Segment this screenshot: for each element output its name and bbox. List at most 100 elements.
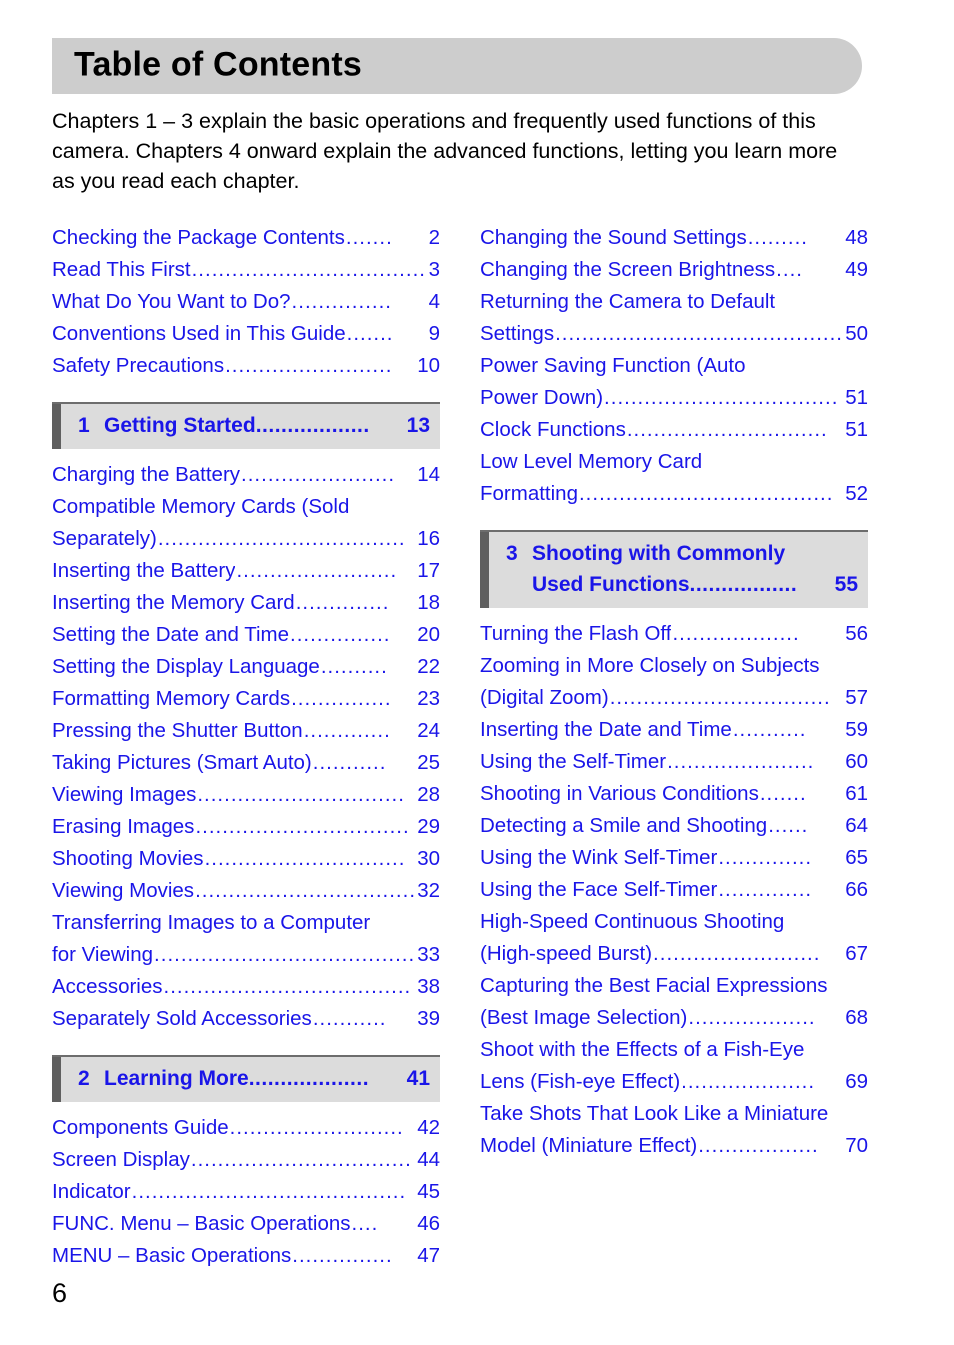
toc-entry-page: 4 [428, 290, 440, 313]
toc-entry[interactable]: Indicator ..............................… [52, 1176, 440, 1208]
toc-entry-label: MENU – Basic Operations [52, 1244, 292, 1267]
toc-entry-page: 48 [845, 226, 868, 249]
toc-entry[interactable]: Erasing Images .........................… [52, 811, 440, 843]
toc-entry[interactable]: Turning the Flash Off ..................… [480, 618, 868, 650]
toc-entry[interactable]: MENU – Basic Operations ............... … [52, 1240, 440, 1272]
toc-entry-label: Erasing Images [52, 815, 195, 838]
toc-entry-line: Capturing the Best Facial Expressions [480, 974, 828, 997]
toc-entry[interactable]: Inserting the Battery ..................… [52, 555, 440, 587]
toc-leader-dots: ..................................... [157, 527, 406, 550]
toc-entry[interactable]: (Best Image Selection) .................… [480, 1002, 868, 1034]
toc-entry[interactable]: Inserting the Memory Card ..............… [52, 587, 440, 619]
toc-entry-label: Inserting the Memory Card [52, 591, 295, 614]
toc-leader-dots: ............. [303, 719, 391, 742]
toc-leader-dots: ....... [346, 322, 394, 345]
toc-entry-label: Inserting the Date and Time [480, 718, 732, 741]
toc-entry[interactable]: Components Guide .......................… [52, 1112, 440, 1144]
toc-entry-label: Read This First [52, 258, 191, 281]
toc-entry[interactable]: for Viewing ............................… [52, 939, 440, 971]
toc-entry[interactable]: Shooting in Various Conditions ....... 6… [480, 778, 868, 810]
toc-entry[interactable]: Charging the Battery ...................… [52, 459, 440, 491]
toc-entry[interactable]: (High-speed Burst) .....................… [480, 938, 868, 970]
toc-entry-label: Safety Precautions [52, 354, 225, 377]
toc-entry[interactable]: Conventions Used in This Guide ....... 9 [52, 318, 440, 350]
toc-entry[interactable]: Viewing Movies .........................… [52, 875, 440, 907]
toc-entry[interactable]: Using the Self-Timer ...................… [480, 746, 868, 778]
toc-leader-dots: .................. [698, 1134, 819, 1157]
toc-entry[interactable]: Setting the Date and Time ..............… [52, 619, 440, 651]
toc-entry-label: Changing the Sound Settings [480, 226, 747, 249]
toc-entry[interactable]: Taking Pictures (Smart Auto) ...........… [52, 747, 440, 779]
toc-leader-dots: ........................................… [131, 1180, 407, 1203]
toc-entry[interactable]: Changing the Screen Brightness .... 49 [480, 254, 868, 286]
toc-right-column: Changing the Sound Settings ......... 48… [480, 222, 868, 1162]
toc-entry-page: 69 [845, 1070, 868, 1093]
toc-entry-label: Settings [480, 322, 555, 345]
toc-entry-page: 42 [417, 1116, 440, 1139]
toc-entry[interactable]: Settings ...............................… [480, 318, 868, 350]
toc-entry-label: (Best Image Selection) [480, 1006, 688, 1029]
toc-entry-label: Setting the Date and Time [52, 623, 290, 646]
toc-entry[interactable]: Screen Display .........................… [52, 1144, 440, 1176]
page-title-banner: Table of Contents [52, 38, 862, 94]
toc-entry-line: Take Shots That Look Like a Miniature [480, 1102, 829, 1125]
toc-entry-label: Conventions Used in This Guide [52, 322, 346, 345]
toc-entry[interactable]: (Digital Zoom) .........................… [480, 682, 868, 714]
toc-entry[interactable]: Setting the Display Language .......... … [52, 651, 440, 683]
toc-entry[interactable]: Separately) ............................… [52, 523, 440, 555]
chapter-number: 2 [78, 1067, 90, 1090]
toc-leader-dots: ...................................... [578, 482, 834, 505]
toc-entry[interactable]: Checking the Package Contents ....... 2 [52, 222, 440, 254]
toc-entry-page: 59 [845, 718, 868, 741]
toc-entry-label: Lens (Fish-eye Effect) [480, 1070, 681, 1093]
toc-entry[interactable]: Safety Precautions .....................… [52, 350, 440, 382]
toc-entry[interactable]: Power Down) ............................… [480, 382, 868, 414]
toc-entry[interactable]: Separately Sold Accessories ........... … [52, 1003, 440, 1035]
toc-entry[interactable]: What Do You Want to Do? ............... … [52, 286, 440, 318]
toc-entry[interactable]: Formatting Memory Cards ............... … [52, 683, 440, 715]
toc-entry-page: 14 [417, 463, 440, 486]
toc-entry[interactable]: Lens (Fish-eye Effect) .................… [480, 1066, 868, 1098]
toc-entry-label: Screen Display [52, 1148, 190, 1171]
toc-entry-page: 44 [417, 1148, 440, 1171]
toc-entry[interactable]: Accessories ............................… [52, 971, 440, 1003]
toc-entry-label: (Digital Zoom) [480, 686, 609, 709]
toc-entry-page: 56 [845, 622, 868, 645]
toc-entry[interactable]: Changing the Sound Settings ......... 48 [480, 222, 868, 254]
toc-entry-page: 24 [417, 719, 440, 742]
toc-leader-dots: ....... [759, 782, 807, 805]
toc-leader-dots: ................................ [195, 815, 410, 838]
toc-leader-dots: ..................................... [163, 975, 412, 998]
toc-entry-page: 51 [845, 386, 868, 409]
toc-entry-page: 60 [845, 750, 868, 773]
toc-entry[interactable]: Using the Face Self-Timer ..............… [480, 874, 868, 906]
chapter-header-bar[interactable]: 1 Getting Started.................. 13 [52, 402, 440, 449]
toc-entry[interactable]: Formatting .............................… [480, 478, 868, 510]
chapter-header-bar[interactable]: 3 Shooting with Commonly Used Functions...… [480, 530, 868, 608]
toc-entry[interactable]: Model (Miniature Effect) ...............… [480, 1130, 868, 1162]
toc-entry[interactable]: Read This First ........................… [52, 254, 440, 286]
chapter-header-bar[interactable]: 2 Learning More................... 41 [52, 1055, 440, 1102]
toc-leader-dots: ................................... [191, 258, 426, 281]
toc-entry[interactable]: Using the Wink Self-Timer ..............… [480, 842, 868, 874]
toc-leader-dots: ........... [732, 718, 807, 741]
toc-entry[interactable]: Detecting a Smile and Shooting ...... 64 [480, 810, 868, 842]
toc-entry-page: 66 [845, 878, 868, 901]
toc-entry-label: for Viewing [52, 943, 154, 966]
toc-entry-page: 2 [428, 226, 440, 249]
toc-entry[interactable]: Shooting Movies ........................… [52, 843, 440, 875]
toc-leader-dots: .............. [295, 591, 390, 614]
toc-entry[interactable]: Clock Functions ........................… [480, 414, 868, 446]
toc-entry-page: 38 [417, 975, 440, 998]
toc-entry-page: 50 [845, 322, 868, 345]
chapter-number: 1 [78, 414, 90, 437]
toc-entry-label: (High-speed Burst) [480, 942, 653, 965]
toc-entry[interactable]: Viewing Images .........................… [52, 779, 440, 811]
toc-leader-dots: ............... [291, 687, 392, 710]
toc-entry[interactable]: Pressing the Shutter Button ............… [52, 715, 440, 747]
toc-entry[interactable]: Inserting the Date and Time ........... … [480, 714, 868, 746]
toc-entry[interactable]: FUNC. Menu – Basic Operations .... 46 [52, 1208, 440, 1240]
toc-entry-line: Returning the Camera to Default [480, 290, 776, 313]
toc-entry-page: 18 [417, 591, 440, 614]
toc-entry-page: 9 [428, 322, 440, 345]
